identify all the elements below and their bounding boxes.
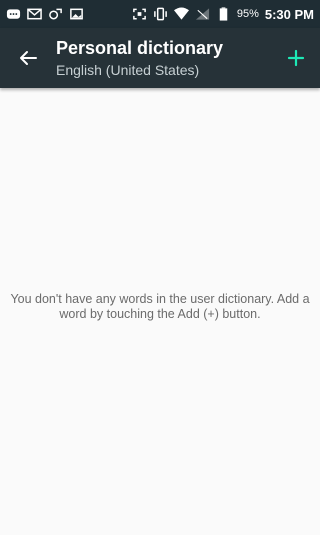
app-bar-titles: Personal dictionary English (United Stat… — [56, 37, 272, 79]
back-button[interactable] — [0, 28, 56, 88]
app-bar: Personal dictionary English (United Stat… — [0, 28, 320, 88]
vibrate-icon — [153, 7, 168, 21]
status-time: 5:30 PM — [264, 6, 314, 22]
page-title: Personal dictionary — [56, 38, 224, 58]
photo-sync-icon — [48, 7, 63, 21]
add-word-button[interactable] — [272, 28, 320, 88]
notification-icons — [6, 7, 84, 21]
no-signal-icon — [195, 7, 210, 21]
empty-state-message: You don't have any words in the user dic… — [10, 292, 310, 321]
battery-icon — [216, 7, 231, 21]
screenshot-icon — [132, 7, 147, 21]
image-icon — [69, 7, 84, 21]
battery-percent: 95% — [236, 8, 259, 20]
add-icon — [287, 49, 305, 67]
message-icon — [6, 7, 21, 21]
wifi-icon — [173, 7, 189, 21]
gmail-icon — [27, 7, 42, 21]
status-bar: 95% 5:30 PM — [0, 0, 320, 28]
arrow-back-icon — [20, 51, 37, 65]
system-icons: 95% 5:30 PM — [132, 7, 314, 22]
page-subtitle: English (United States) — [56, 62, 200, 78]
